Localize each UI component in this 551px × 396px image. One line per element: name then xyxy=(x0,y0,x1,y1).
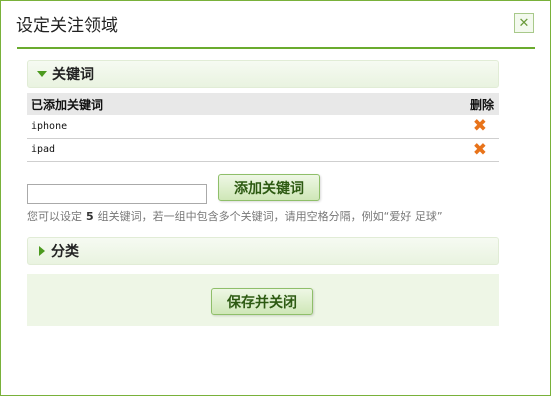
close-icon: ✕ xyxy=(518,15,530,31)
table-row: iphone ✖ xyxy=(27,115,499,139)
category-section-header[interactable]: 分类 xyxy=(27,237,499,265)
expanded-triangle-icon xyxy=(37,71,47,77)
close-button[interactable]: ✕ xyxy=(514,13,534,33)
delete-icon[interactable]: ✖ xyxy=(473,118,487,135)
dialog: 设定关注领域 ✕ 关键词 已添加关键词 删除 iphone ✖ ipad ✖ 添… xyxy=(0,0,551,396)
keywords-section-header[interactable]: 关键词 xyxy=(27,60,499,88)
delete-icon[interactable]: ✖ xyxy=(473,141,487,158)
keyword-hint: 您可以设定 5 组关键词，若一组中包含多个关键词，请用空格分隔，例如“爱好 足球” xyxy=(27,210,443,223)
category-section-title: 分类 xyxy=(51,244,79,260)
keyword-cell: ipad xyxy=(27,138,357,162)
dialog-title: 设定关注领域 xyxy=(16,16,118,36)
table-header-row: 已添加关键词 删除 xyxy=(27,93,499,115)
keyword-cell: iphone xyxy=(27,115,357,139)
add-keyword-button[interactable]: 添加关键词 xyxy=(218,174,320,201)
table-row: ipad ✖ xyxy=(27,138,499,162)
save-and-close-button[interactable]: 保存并关闭 xyxy=(211,288,313,315)
collapsed-triangle-icon xyxy=(39,246,45,256)
added-keywords-header: 已添加关键词 xyxy=(27,93,357,115)
title-divider xyxy=(17,47,535,49)
keyword-input[interactable] xyxy=(27,184,207,204)
delete-header: 删除 xyxy=(356,93,499,115)
keywords-section-title: 关键词 xyxy=(52,67,94,83)
keywords-table: 已添加关键词 删除 iphone ✖ ipad ✖ xyxy=(27,93,499,162)
